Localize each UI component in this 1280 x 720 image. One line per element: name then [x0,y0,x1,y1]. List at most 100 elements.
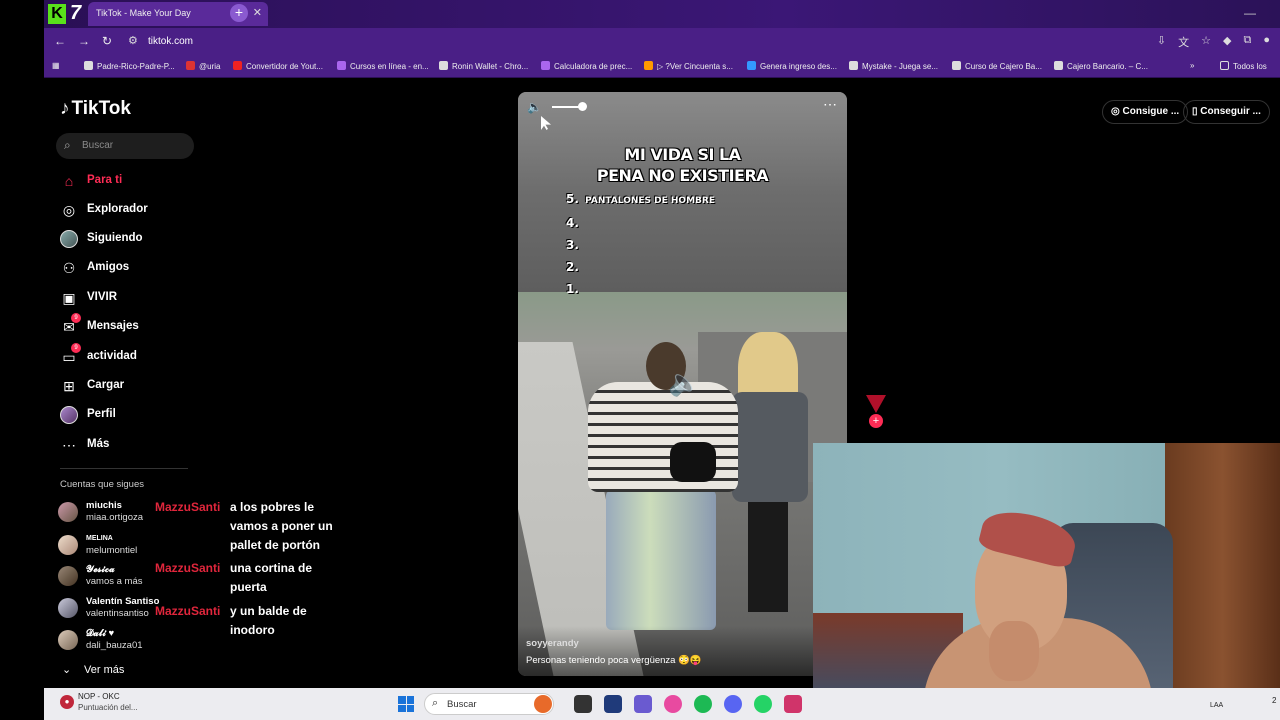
vegas-app-icon[interactable] [604,695,622,713]
install-icon[interactable]: ⇩ [1157,34,1166,50]
following-section-title: Cuentas que sigues [60,479,144,490]
following-avatar-icon [60,230,78,248]
tiktok-logo[interactable]: ♪ TikTok [60,98,131,120]
chat-username: MazzuSanti [155,500,221,514]
avatar [58,630,78,650]
list-item: 4. [566,216,579,230]
follow-plus-icon[interactable]: + [869,414,883,428]
bookmark-star-icon[interactable]: ☆ [1201,34,1211,50]
more-options-icon[interactable]: ⋯ [823,96,837,113]
bookmark-item[interactable]: Curso de Cajero Ba... [952,61,1042,71]
all-bookmarks-folder[interactable]: Todos los [1220,61,1267,71]
video-player[interactable]: MI VIDA SI LA PENA NO EXISTIERA 5. PANTA… [518,92,847,676]
bookmark-item[interactable]: Calculadora de prec... [541,61,632,71]
start-button[interactable] [398,696,414,712]
chat-username: MazzuSanti [155,561,221,575]
bookmarks-bar: ▦ Padre-Rico-Padre-P... @uria Convertido… [44,56,1280,78]
home-icon: ⌂ [64,173,74,189]
screen: K 7 TikTok - Make Your Day ✕ + — ← → ↻ ⚙… [0,0,1280,720]
tab-close-icon[interactable]: ✕ [253,6,262,19]
avatar [58,502,78,522]
search-icon: ⌕ [432,697,439,709]
bookmark-item[interactable]: Padre-Rico-Padre-P... [84,61,175,71]
webcam-overlay [813,443,1280,706]
followed-account[interactable]: 𝓓𝓪𝓵𝓲 ♥ dali_bauza01 [58,628,178,658]
promo-button-1[interactable]: ◎ Consigue ... [1102,100,1189,124]
kick-logo-icon: K [48,4,66,24]
new-tab-button[interactable]: + [230,4,248,22]
chat-username: MazzuSanti [155,604,221,618]
more-dots-icon: ⋯ [62,437,76,453]
forward-icon[interactable]: → [78,34,90,48]
url-field[interactable]: ⚙ tiktok.com [124,31,1164,53]
tab-title: TikTok - Make Your Day [96,8,191,18]
seven-logo-icon: 7 [70,2,82,24]
bookmarks-overflow-icon[interactable]: » [1190,61,1194,70]
profile-icon[interactable]: ● [1263,34,1270,50]
volume-slider-knob[interactable] [578,102,587,111]
video-author[interactable]: soyyerandy [526,638,579,649]
toolbar-icons: ⇩ 文 ☆ ◆ ⧉ ● [1157,34,1270,50]
activity-badge: 9 [71,343,81,353]
bookmark-item[interactable]: Ronin Wallet - Chro... [439,61,528,71]
video-description: Personas teniendo poca vergüenza 😳😝 [526,655,702,666]
volume-icon[interactable]: 🔈 [527,100,542,114]
reload-icon[interactable]: ↻ [102,34,112,48]
phone-icon: ▯ [1192,106,1198,117]
avatar [58,566,78,586]
list-item: 2. [566,260,579,274]
mute-overlay-icon: 🔈 [668,367,701,397]
video-caption-gradient [518,626,847,676]
site-info-icon[interactable]: ⚙ [128,34,138,47]
bookmark-item[interactable]: @uria [186,61,220,71]
creator-follow-action[interactable]: + [866,395,886,428]
task-view-icon[interactable] [574,695,592,713]
clock[interactable]: 2 [1272,696,1276,705]
creator-avatar[interactable] [866,395,886,413]
compass-icon: ◎ [62,202,76,218]
chevron-down-icon: ⌄ [62,664,72,676]
copilot-icon[interactable] [664,695,682,713]
taskbar-weather-app-icon[interactable] [534,695,552,713]
minimize-icon[interactable]: — [1244,6,1256,20]
whatsapp-icon[interactable] [754,695,772,713]
bookmark-item[interactable]: Cursos en línea - en... [337,61,429,71]
sidebar-divider [60,468,188,469]
search-input[interactable]: ⌕ Buscar [56,133,194,159]
followed-account[interactable]: MELINA melumontiel [58,533,178,563]
translate-icon[interactable]: 文 [1178,34,1189,50]
live-tv-icon: ▣ [62,290,76,306]
bookmark-item[interactable]: ▷ ?Ver Cincuenta s... [644,61,733,71]
avatar [58,598,78,618]
see-more-button[interactable]: ⌄ Ver más [62,663,124,676]
instagram-icon[interactable] [784,695,802,713]
browser-tab-bar: K 7 TikTok - Make Your Day ✕ + — [44,0,1280,28]
bookmark-item[interactable]: Convertidor de Yout... [233,61,323,71]
bookmark-item[interactable]: Mystake - Juega se... [849,61,938,71]
language-indicator[interactable]: LAA [1210,702,1223,709]
url-text: tiktok.com [148,36,194,47]
extension-icon[interactable]: ◆ [1223,34,1231,50]
apps-grid-icon[interactable]: ▦ [52,61,60,70]
back-icon[interactable]: ← [54,34,66,48]
webcam-wardrobe [1165,443,1280,706]
coin-icon: ◎ [1111,106,1120,117]
bookmark-item[interactable]: Cajero Bancario. – C... [1054,61,1148,71]
upload-plus-icon: ⊞ [63,378,75,394]
spotify-icon[interactable] [694,695,712,713]
video-ranking-list: 5. PANTALONES DE HOMBRE 4. 3. 2. 1. [566,188,715,300]
chat-message: y un balde de inodoro [230,604,307,637]
discord-icon[interactable] [724,695,742,713]
teams-icon[interactable] [634,695,652,713]
video-title: MI VIDA SI LA PENA NO EXISTIERA [596,145,769,185]
promo-button-2[interactable]: ▯ Conseguir ... [1183,100,1270,124]
search-placeholder: Buscar [82,140,114,151]
friends-icon: ⚇ [62,260,76,276]
bookmark-item[interactable]: Genera ingreso des... [747,61,837,71]
left-gutter [0,0,44,720]
puzzle-icon[interactable]: ⧉ [1243,34,1251,50]
taskbar: ● NOP - OKC Puntuación del... ⌕ Buscar L… [44,688,1280,720]
video-person-woman [728,332,818,612]
chat-message: a los pobres le vamos a poner un pallet de… [230,500,333,552]
chat-message: una cortina de puerta [230,561,313,594]
